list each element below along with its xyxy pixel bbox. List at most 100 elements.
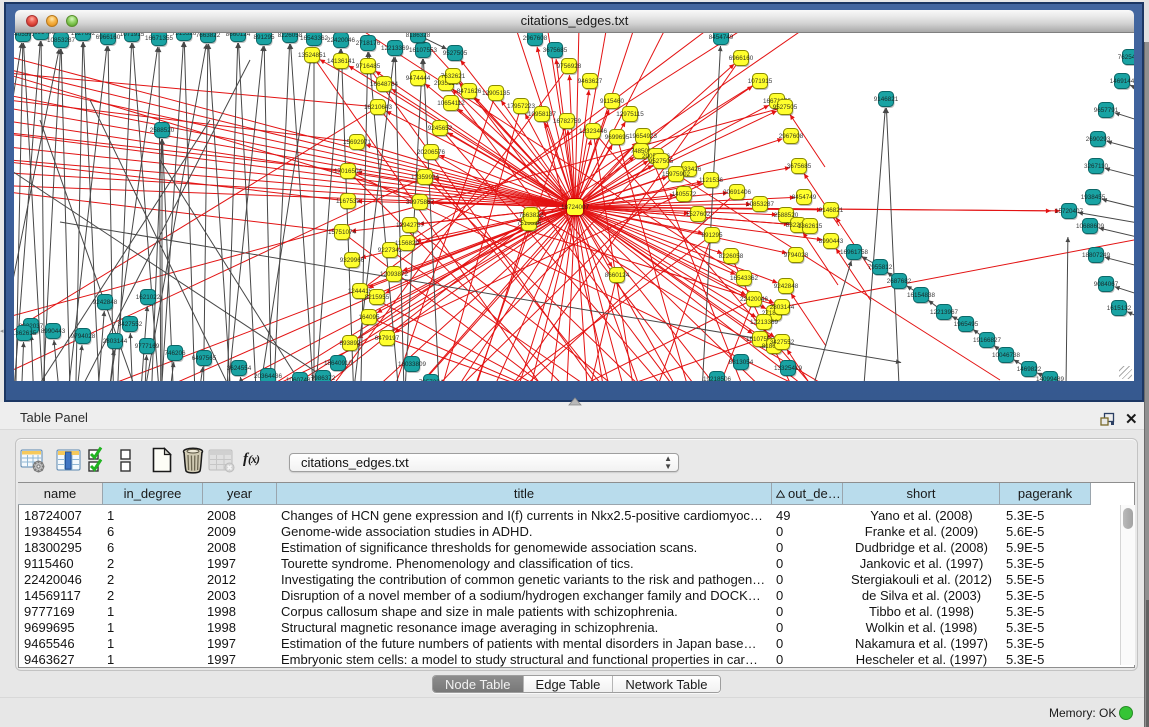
- svg-text:7955812: 7955812: [868, 264, 893, 271]
- svg-text:10853287: 10853287: [47, 37, 76, 44]
- svg-text:15751074: 15751074: [328, 229, 357, 236]
- svg-text:12213369: 12213369: [750, 319, 779, 326]
- svg-text:9474444: 9474444: [406, 75, 431, 82]
- svg-text:746206: 746206: [164, 350, 186, 357]
- svg-text:15720407: 15720407: [1055, 208, 1084, 215]
- svg-text:891295: 891295: [253, 34, 275, 41]
- svg-text:16648784: 16648784: [370, 81, 399, 88]
- svg-text:9463627: 9463627: [578, 78, 603, 85]
- svg-text:8660124: 8660124: [226, 33, 251, 38]
- svg-text:6497565: 6497565: [192, 355, 217, 362]
- svg-text:1121536: 1121536: [699, 177, 724, 184]
- svg-text:1167533: 1167533: [336, 198, 361, 205]
- svg-text:1527602: 1527602: [71, 33, 96, 37]
- svg-text:16210643: 16210643: [364, 104, 393, 111]
- svg-text:14136141: 14136141: [327, 58, 356, 65]
- svg-text:16107553: 16107553: [409, 47, 438, 54]
- svg-text:10654112: 10654112: [437, 100, 465, 107]
- svg-text:22420046: 22420046: [327, 37, 356, 44]
- svg-text:164095: 164095: [358, 314, 380, 321]
- svg-text:7515526: 7515526: [172, 33, 197, 37]
- svg-text:20364436: 20364436: [254, 373, 283, 380]
- svg-text:19218506: 19218506: [703, 376, 732, 381]
- svg-text:9756928: 9756928: [557, 63, 582, 70]
- svg-text:2803144: 2803144: [103, 338, 128, 345]
- svg-text:16543362: 16543362: [730, 275, 759, 282]
- svg-text:22420046: 22420046: [740, 296, 769, 303]
- svg-text:12323446: 12323446: [579, 128, 608, 135]
- svg-text:6966160: 6966160: [729, 55, 754, 62]
- svg-text:7857224: 7857224: [419, 379, 444, 381]
- svg-text:3675685: 3675685: [787, 163, 812, 170]
- svg-text:13325419: 13325419: [774, 365, 803, 372]
- svg-text:20691406: 20691406: [723, 189, 752, 196]
- svg-text:1071915: 1071915: [120, 33, 145, 38]
- svg-text:9227342: 9227342: [378, 247, 403, 254]
- svg-text:19166827: 19166827: [973, 337, 1002, 344]
- svg-text:12213369: 12213369: [381, 45, 410, 52]
- svg-text:10046738: 10046738: [992, 352, 1021, 359]
- svg-text:8990443: 8990443: [819, 238, 844, 245]
- svg-text:3267110: 3267110: [1084, 163, 1109, 170]
- svg-text:8226058: 8226058: [719, 253, 744, 260]
- svg-text:12942757: 12942757: [396, 222, 425, 229]
- svg-text:10853287: 10853287: [746, 201, 775, 208]
- svg-text:9329966: 9329966: [340, 257, 365, 264]
- svg-text:1621022: 1621022: [136, 294, 161, 301]
- svg-text:9242848: 9242848: [774, 283, 799, 290]
- svg-text:16033809: 16033809: [398, 361, 427, 368]
- svg-text:9146821: 9146821: [819, 207, 844, 214]
- svg-text:9242848: 9242848: [93, 299, 118, 306]
- svg-text:17016504: 17016504: [334, 168, 363, 175]
- svg-text:891295: 891295: [701, 232, 723, 239]
- svg-text:9084067: 9084067: [1094, 281, 1119, 288]
- svg-text:10958137: 10958137: [528, 111, 557, 118]
- svg-text:7625402: 7625402: [1118, 54, 1134, 61]
- svg-text:18807249: 18807249: [1082, 252, 1111, 259]
- svg-text:3427552: 3427552: [118, 321, 143, 328]
- svg-text:1405572: 1405572: [672, 191, 697, 198]
- svg-text:20206576: 20206576: [417, 149, 446, 156]
- svg-text:9777169: 9777169: [135, 343, 160, 350]
- svg-text:12093872: 12093872: [380, 271, 409, 278]
- svg-text:8990443: 8990443: [41, 328, 66, 335]
- svg-text:6966160: 6966160: [96, 34, 121, 41]
- svg-text:9527505: 9527505: [443, 50, 468, 57]
- svg-text:3675685: 3675685: [543, 47, 568, 54]
- svg-text:2967608: 2967608: [523, 35, 548, 42]
- svg-text:9146821: 9146821: [874, 96, 899, 103]
- svg-text:9716485: 9716485: [356, 63, 381, 70]
- svg-text:19654923: 19654923: [629, 133, 658, 140]
- svg-text:1965495: 1965495: [954, 321, 979, 328]
- svg-text:2690293: 2690293: [1086, 136, 1111, 143]
- svg-text:16961758: 16961758: [840, 249, 869, 256]
- svg-text:1469822: 1469822: [1017, 366, 1042, 373]
- svg-text:1615132: 1615132: [1107, 305, 1132, 312]
- svg-text:12213967: 12213967: [930, 309, 959, 316]
- svg-text:1362615: 1362615: [798, 223, 823, 230]
- svg-text:16671355: 16671355: [145, 35, 174, 42]
- svg-text:17957223: 17957223: [507, 103, 536, 110]
- svg-text:16782759: 16782759: [553, 118, 582, 125]
- svg-text:3624554: 3624554: [227, 365, 252, 372]
- svg-text:8660124: 8660124: [605, 272, 630, 279]
- svg-text:12975115: 12975115: [616, 111, 644, 118]
- svg-text:1527602: 1527602: [686, 211, 711, 218]
- svg-text:2588520: 2588520: [150, 127, 175, 134]
- svg-text:15692971: 15692971: [343, 139, 372, 146]
- svg-text:3427552: 3427552: [770, 339, 795, 346]
- svg-text:17359924: 17359924: [411, 174, 440, 181]
- svg-text:8454749: 8454749: [792, 194, 817, 201]
- svg-text:2967608: 2967608: [779, 133, 804, 140]
- svg-text:20691406: 20691406: [27, 33, 56, 36]
- svg-text:7986372: 7986372: [311, 375, 336, 381]
- svg-text:16154838: 16154838: [907, 292, 936, 299]
- svg-text:9794028: 9794028: [71, 333, 96, 340]
- svg-text:2687682: 2687682: [887, 278, 912, 285]
- svg-text:8471626: 8471626: [457, 88, 482, 95]
- svg-text:9657791: 9657791: [1094, 107, 1119, 114]
- svg-text:1156829: 1156829: [395, 240, 420, 247]
- svg-text:14099489: 14099489: [1036, 376, 1065, 381]
- svg-text:18724007: 18724007: [561, 204, 590, 211]
- svg-text:9115460: 9115460: [600, 98, 625, 105]
